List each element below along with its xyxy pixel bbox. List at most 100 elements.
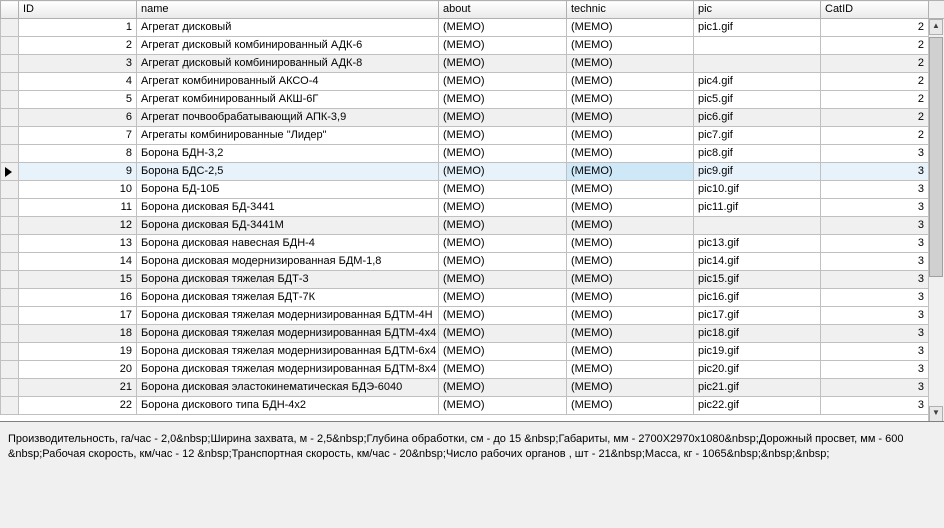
cell-pic[interactable]: pic18.gif xyxy=(694,325,821,343)
cell-catid[interactable]: 3 xyxy=(821,325,929,343)
cell-pic[interactable] xyxy=(694,37,821,55)
cell-technic[interactable]: (MEMO) xyxy=(567,19,694,37)
row-indicator[interactable] xyxy=(1,289,19,307)
cell-pic[interactable]: pic20.gif xyxy=(694,361,821,379)
cell-pic[interactable]: pic7.gif xyxy=(694,127,821,145)
row-indicator[interactable] xyxy=(1,379,19,397)
header-row[interactable]: ID name about technic pic CatID xyxy=(1,1,944,19)
cell-catid[interactable]: 3 xyxy=(821,145,929,163)
cell-technic[interactable]: (MEMO) xyxy=(567,145,694,163)
cell-catid[interactable]: 2 xyxy=(821,91,929,109)
cell-technic[interactable]: (MEMO) xyxy=(567,235,694,253)
cell-catid[interactable]: 2 xyxy=(821,19,929,37)
cell-catid[interactable]: 3 xyxy=(821,397,929,415)
table-row[interactable]: 19Борона дисковая тяжелая модернизирован… xyxy=(1,343,944,361)
row-indicator[interactable] xyxy=(1,343,19,361)
cell-pic[interactable]: pic6.gif xyxy=(694,109,821,127)
cell-pic[interactable]: pic16.gif xyxy=(694,289,821,307)
cell-technic[interactable]: (MEMO) xyxy=(567,55,694,73)
row-indicator[interactable] xyxy=(1,325,19,343)
row-indicator[interactable] xyxy=(1,163,19,181)
cell-catid[interactable]: 3 xyxy=(821,361,929,379)
table-row[interactable]: 2Агрегат дисковый комбинированный АДК-6(… xyxy=(1,37,944,55)
cell-catid[interactable]: 2 xyxy=(821,37,929,55)
cell-id[interactable]: 21 xyxy=(19,379,137,397)
cell-about[interactable]: (MEMO) xyxy=(439,397,567,415)
cell-name[interactable]: Борона дисковая тяжелая модернизированна… xyxy=(137,325,439,343)
cell-pic[interactable]: pic1.gif xyxy=(694,19,821,37)
cell-id[interactable]: 3 xyxy=(19,55,137,73)
cell-about[interactable]: (MEMO) xyxy=(439,289,567,307)
cell-id[interactable]: 20 xyxy=(19,361,137,379)
table-row[interactable]: 22Борона дискового типа БДН-4х2(MEMO)(ME… xyxy=(1,397,944,415)
grid-table[interactable]: ID name about technic pic CatID 1Агрегат… xyxy=(0,0,944,415)
table-row[interactable]: 20Борона дисковая тяжелая модернизирован… xyxy=(1,361,944,379)
cell-pic[interactable]: pic17.gif xyxy=(694,307,821,325)
header-technic[interactable]: technic xyxy=(567,1,694,19)
cell-catid[interactable]: 3 xyxy=(821,181,929,199)
table-row[interactable]: 3Агрегат дисковый комбинированный АДК-8(… xyxy=(1,55,944,73)
cell-technic[interactable]: (MEMO) xyxy=(567,289,694,307)
table-row[interactable]: 21Борона дисковая эластокинематическая Б… xyxy=(1,379,944,397)
cell-name[interactable]: Борона дисковая тяжелая БДТ-3 xyxy=(137,271,439,289)
cell-about[interactable]: (MEMO) xyxy=(439,109,567,127)
cell-about[interactable]: (MEMO) xyxy=(439,91,567,109)
cell-technic[interactable]: (MEMO) xyxy=(567,181,694,199)
row-indicator[interactable] xyxy=(1,127,19,145)
cell-about[interactable]: (MEMO) xyxy=(439,73,567,91)
table-row[interactable]: 9Борона БДС-2,5(MEMO)(MEMO)pic9.gif3 xyxy=(1,163,944,181)
cell-id[interactable]: 12 xyxy=(19,217,137,235)
cell-name[interactable]: Агрегат дисковый xyxy=(137,19,439,37)
header-about[interactable]: about xyxy=(439,1,567,19)
row-indicator[interactable] xyxy=(1,271,19,289)
cell-catid[interactable]: 2 xyxy=(821,73,929,91)
cell-catid[interactable]: 3 xyxy=(821,343,929,361)
cell-id[interactable]: 7 xyxy=(19,127,137,145)
cell-id[interactable]: 10 xyxy=(19,181,137,199)
table-row[interactable]: 8Борона БДН-3,2(MEMO)(MEMO)pic8.gif3 xyxy=(1,145,944,163)
row-indicator[interactable] xyxy=(1,91,19,109)
cell-technic[interactable]: (MEMO) xyxy=(567,325,694,343)
table-row[interactable]: 4Агрегат комбинированный АКСО-4(MEMO)(ME… xyxy=(1,73,944,91)
cell-technic[interactable]: (MEMO) xyxy=(567,253,694,271)
scroll-thumb[interactable] xyxy=(929,37,943,277)
cell-about[interactable]: (MEMO) xyxy=(439,19,567,37)
cell-about[interactable]: (MEMO) xyxy=(439,343,567,361)
cell-name[interactable]: Борона БДН-3,2 xyxy=(137,145,439,163)
cell-catid[interactable]: 2 xyxy=(821,55,929,73)
table-row[interactable]: 13Борона дисковая навесная БДН-4(MEMO)(M… xyxy=(1,235,944,253)
cell-pic[interactable] xyxy=(694,55,821,73)
cell-id[interactable]: 6 xyxy=(19,109,137,127)
table-row[interactable]: 15Борона дисковая тяжелая БДТ-3(MEMO)(ME… xyxy=(1,271,944,289)
cell-catid[interactable]: 3 xyxy=(821,289,929,307)
cell-id[interactable]: 8 xyxy=(19,145,137,163)
cell-technic[interactable]: (MEMO) xyxy=(567,397,694,415)
row-indicator[interactable] xyxy=(1,361,19,379)
cell-about[interactable]: (MEMO) xyxy=(439,325,567,343)
cell-pic[interactable]: pic11.gif xyxy=(694,199,821,217)
row-indicator[interactable] xyxy=(1,55,19,73)
cell-about[interactable]: (MEMO) xyxy=(439,217,567,235)
cell-id[interactable]: 15 xyxy=(19,271,137,289)
table-row[interactable]: 6Агрегат почвообрабатывающий АПК-3,9(MEM… xyxy=(1,109,944,127)
cell-id[interactable]: 2 xyxy=(19,37,137,55)
cell-technic[interactable]: (MEMO) xyxy=(567,379,694,397)
cell-technic[interactable]: (MEMO) xyxy=(567,163,694,181)
cell-id[interactable]: 16 xyxy=(19,289,137,307)
cell-pic[interactable]: pic19.gif xyxy=(694,343,821,361)
header-id[interactable]: ID xyxy=(19,1,137,19)
cell-pic[interactable]: pic5.gif xyxy=(694,91,821,109)
cell-name[interactable]: Борона дисковая тяжелая модернизированна… xyxy=(137,307,439,325)
cell-catid[interactable]: 3 xyxy=(821,271,929,289)
cell-about[interactable]: (MEMO) xyxy=(439,235,567,253)
table-row[interactable]: 5Агрегат комбинированный АКШ-6Г(MEMO)(ME… xyxy=(1,91,944,109)
row-indicator[interactable] xyxy=(1,199,19,217)
cell-name[interactable]: Агрегат дисковый комбинированный АДК-6 xyxy=(137,37,439,55)
cell-id[interactable]: 18 xyxy=(19,325,137,343)
header-catid[interactable]: CatID xyxy=(821,1,929,19)
cell-id[interactable]: 17 xyxy=(19,307,137,325)
cell-name[interactable]: Борона дисковая БД-3441 xyxy=(137,199,439,217)
cell-pic[interactable] xyxy=(694,217,821,235)
cell-name[interactable]: Борона БД-10Б xyxy=(137,181,439,199)
table-row[interactable]: 12Борона дисковая БД-3441М(MEMO)(MEMO)3 xyxy=(1,217,944,235)
